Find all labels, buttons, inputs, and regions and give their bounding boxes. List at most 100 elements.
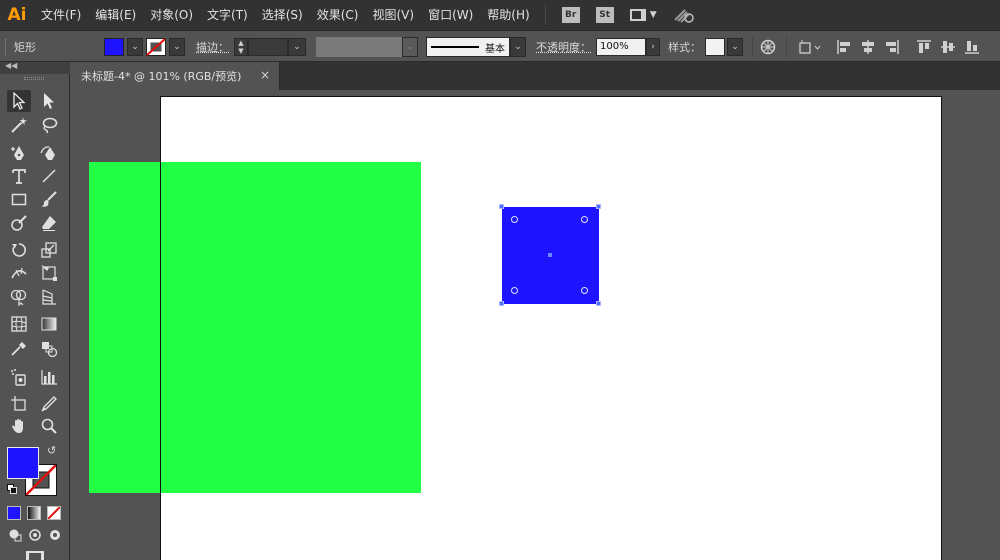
selection-handle-top-left[interactable] [499, 204, 504, 209]
curvature-tool[interactable] [37, 142, 61, 164]
opacity-label[interactable]: 不透明度： [536, 39, 591, 55]
stroke-dropdown[interactable]: ⌄ [169, 38, 185, 56]
live-corner-widget[interactable] [511, 287, 518, 294]
blend-tool[interactable] [37, 338, 61, 360]
stroke-weight-dropdown[interactable]: ⌄ [288, 38, 306, 56]
green-rectangle[interactable] [89, 162, 421, 493]
canvas-pasteboard[interactable] [70, 90, 1000, 560]
fill-color-box[interactable] [7, 447, 39, 479]
free-transform-tool[interactable] [37, 262, 61, 284]
fill-color-control[interactable]: ⌄ [104, 31, 143, 63]
live-corner-widget[interactable] [511, 216, 518, 223]
screen-mode-button[interactable] [22, 548, 48, 560]
gradient-tool[interactable] [37, 313, 61, 335]
menu-view[interactable]: 视图(V) [365, 0, 421, 30]
draw-inside-button[interactable] [45, 526, 65, 544]
eyedropper-tool[interactable] [7, 338, 31, 360]
menu-help[interactable]: 帮助(H) [480, 0, 536, 30]
selection-tool[interactable] [7, 90, 31, 112]
stock-button[interactable]: St [595, 7, 614, 23]
rotate-tool[interactable] [7, 239, 31, 261]
color-mode-button[interactable] [7, 506, 21, 520]
selection-handle-bottom-left[interactable] [499, 301, 504, 306]
gradient-mode-button[interactable] [27, 506, 41, 520]
brush-dropdown[interactable]: ⌄ [510, 37, 526, 57]
pen-tool[interactable] [7, 142, 31, 164]
rectangle-tool[interactable] [7, 188, 31, 210]
bridge-button[interactable]: Br [561, 7, 580, 23]
pen-icon [11, 146, 24, 160]
mesh-tool[interactable] [7, 313, 31, 335]
stroke-weight-field[interactable] [248, 38, 288, 56]
slice-tool[interactable] [37, 393, 61, 415]
symbol-sprayer-tool[interactable] [7, 366, 31, 388]
menu-edit[interactable]: 编辑(E) [88, 0, 143, 30]
profile-dropdown[interactable]: ⌄ [402, 37, 418, 57]
align-top-button[interactable] [914, 37, 934, 57]
variable-width-profile[interactable] [316, 37, 402, 57]
stroke-label[interactable]: 描边： [196, 39, 229, 55]
workspace-switcher[interactable]: ▼ [629, 9, 657, 21]
recolor-artwork-button[interactable] [758, 37, 778, 57]
width-tool[interactable] [7, 262, 31, 284]
align-left-button[interactable] [834, 37, 854, 57]
stroke-weight-stepper[interactable]: ▲ ▼ [234, 38, 248, 56]
perspective-grid-tool[interactable] [37, 286, 61, 308]
type-tool[interactable] [7, 165, 31, 187]
draw-normal-button[interactable] [5, 526, 25, 544]
menu-object[interactable]: 对象(O) [143, 0, 200, 30]
hand-tool[interactable] [7, 415, 31, 437]
stroke-none-swatch[interactable] [146, 38, 166, 56]
menu-file[interactable]: 文件(F) [34, 0, 88, 30]
collapse-icon[interactable]: ◀◀ [5, 61, 17, 70]
paintbrush-tool[interactable] [37, 188, 61, 210]
shape-builder-tool[interactable] [7, 286, 31, 308]
artboard-tool[interactable] [7, 393, 31, 415]
shaper-icon [11, 215, 27, 231]
document-tab[interactable]: 未标题-4* @ 101% (RGB/预览) × [70, 62, 280, 90]
brush-definition[interactable]: 基本 [426, 37, 510, 57]
eyedropper-icon [11, 342, 26, 356]
fill-dropdown[interactable]: ⌄ [127, 38, 143, 56]
shape-center-point[interactable] [548, 253, 552, 257]
control-bar-grip[interactable] [5, 39, 7, 55]
menu-type[interactable]: 文字(T) [200, 0, 255, 30]
default-colors-icon[interactable] [7, 484, 17, 494]
line-segment-tool[interactable] [37, 165, 61, 187]
gpu-performance-button[interactable] [673, 6, 695, 24]
menu-effect[interactable]: 效果(C) [310, 0, 366, 30]
tools-panel-grip[interactable] [24, 77, 44, 80]
shaper-tool[interactable] [7, 212, 31, 234]
selection-handle-top-right[interactable] [596, 204, 601, 209]
eraser-tool[interactable] [37, 212, 61, 234]
fill-swatch[interactable] [104, 38, 124, 56]
stroke-color-control[interactable]: ⌄ [146, 31, 185, 63]
menu-select[interactable]: 选择(S) [255, 0, 310, 30]
selection-handle-bottom-right[interactable] [596, 301, 601, 306]
none-mode-button[interactable] [47, 506, 61, 520]
align-horizontal-center-button[interactable] [858, 37, 878, 57]
column-graph-tool[interactable] [37, 366, 61, 388]
lasso-tool[interactable] [37, 114, 61, 136]
scale-tool[interactable] [37, 239, 61, 261]
graphic-style-swatch[interactable] [705, 38, 725, 56]
align-to-selection-button[interactable] [796, 37, 824, 57]
menu-window[interactable]: 窗口(W) [421, 0, 480, 30]
artboard-left-edge [160, 162, 161, 493]
opacity-flyout-button[interactable]: › [646, 38, 660, 56]
graphic-style-dropdown[interactable]: ⌄ [727, 38, 743, 56]
align-middle-icon [941, 41, 955, 53]
opacity-field[interactable]: 100% [596, 38, 646, 56]
symbol-sprayer-icon [11, 369, 26, 386]
live-corner-widget[interactable] [581, 216, 588, 223]
live-corner-widget[interactable] [581, 287, 588, 294]
align-bottom-button[interactable] [962, 37, 982, 57]
draw-behind-button[interactable] [25, 526, 45, 544]
magic-wand-tool[interactable] [7, 114, 31, 136]
zoom-tool[interactable] [37, 415, 61, 437]
close-icon[interactable]: × [258, 68, 272, 82]
align-right-button[interactable] [882, 37, 902, 57]
direct-selection-tool[interactable] [37, 90, 61, 112]
swap-fill-stroke-icon[interactable]: ↺ [47, 444, 56, 457]
align-vertical-center-button[interactable] [938, 37, 958, 57]
